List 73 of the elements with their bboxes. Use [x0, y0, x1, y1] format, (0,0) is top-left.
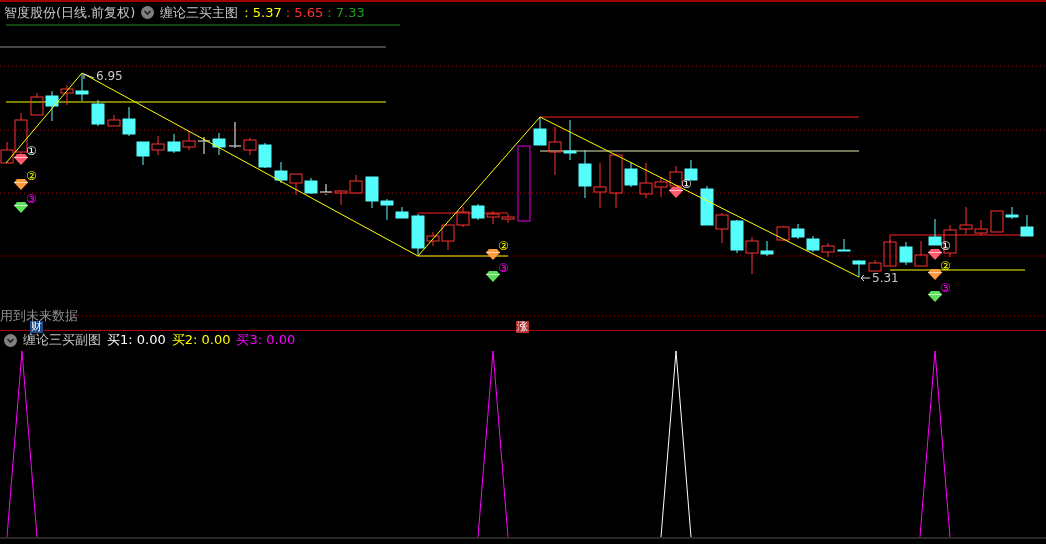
- candlestick: [563, 119, 577, 161]
- gem-icon: [669, 186, 683, 198]
- signal-number: ②: [498, 239, 509, 253]
- legend-value: 买3: 0.00: [236, 331, 296, 349]
- gem-icon: [14, 201, 28, 213]
- candlestick: [593, 162, 607, 209]
- gem-icon: [928, 268, 942, 280]
- gem-icon: [928, 290, 942, 302]
- gem-icon: [14, 178, 28, 190]
- event-badge[interactable]: 财: [30, 320, 43, 333]
- candlestick: [501, 213, 515, 224]
- candlestick: [578, 149, 592, 199]
- indicator-name: 缠论三买副图: [23, 332, 101, 349]
- indicator-value: : 7.33: [327, 5, 365, 21]
- signal-number: ①: [26, 144, 37, 158]
- warning-text: 用到未来数据: [0, 308, 78, 322]
- candlestick: [91, 99, 105, 127]
- arrow-icon: [860, 274, 871, 282]
- candlestick: [30, 92, 44, 116]
- candlestick: [486, 210, 500, 225]
- legend-value: 买2: 0.00: [171, 331, 231, 349]
- gem-icon: [486, 270, 500, 282]
- dropdown-icon[interactable]: [141, 6, 155, 20]
- candlestick: [776, 225, 790, 242]
- signal-number: ③: [498, 261, 509, 275]
- candlestick: [943, 224, 957, 258]
- candlestick: [928, 218, 942, 246]
- candlestick: [75, 72, 89, 102]
- candlestick: [136, 141, 150, 166]
- candlestick: [806, 235, 820, 253]
- candlestick: [914, 240, 928, 267]
- indicator-value: : 5.65: [285, 5, 324, 21]
- candlestick: [258, 142, 272, 169]
- candlestick: [899, 241, 913, 266]
- candlestick: [837, 238, 851, 252]
- event-badge[interactable]: 涨: [516, 320, 529, 333]
- candlestick: [289, 173, 303, 196]
- stock-title: 智度股份(日线.前复权): [4, 3, 136, 22]
- candlestick: [334, 189, 348, 206]
- candlestick: [212, 132, 226, 156]
- gem-icon: [486, 248, 500, 260]
- signal-number: ②: [26, 169, 37, 183]
- gem-icon: [928, 248, 942, 260]
- signal-number: ③: [940, 281, 951, 295]
- signal-number: ①: [940, 239, 951, 253]
- candlestick: [471, 203, 485, 221]
- price-label: 6.95: [96, 69, 123, 83]
- indicator-value: : 5.37: [244, 5, 282, 21]
- candlestick: [197, 136, 211, 155]
- candlestick: [730, 219, 744, 254]
- candlestick: [274, 161, 288, 184]
- candlestick: [715, 212, 729, 244]
- candlestick: [151, 135, 165, 156]
- signal-number: ①: [681, 177, 692, 191]
- candlestick: [456, 206, 470, 228]
- candlestick: [304, 177, 318, 195]
- candlestick: [791, 223, 805, 240]
- candlestick: [182, 130, 196, 151]
- signal-number: ②: [940, 259, 951, 273]
- price-label: 5.31: [872, 271, 899, 285]
- legend-value: 买1: 0.00: [107, 331, 166, 349]
- candlestick: [684, 159, 698, 181]
- gem-icon: [14, 153, 28, 165]
- dropdown-icon[interactable]: [4, 333, 17, 347]
- candlestick: [319, 183, 333, 196]
- candlestick: [700, 185, 714, 226]
- candlestick: [167, 133, 181, 154]
- candlestick: [821, 242, 835, 258]
- arrow-icon: [83, 73, 95, 80]
- candlestick: [852, 259, 866, 278]
- candlestick: [349, 174, 363, 194]
- signal-number: ③: [26, 192, 37, 206]
- indicator-name: 缠论三买主图: [160, 3, 239, 22]
